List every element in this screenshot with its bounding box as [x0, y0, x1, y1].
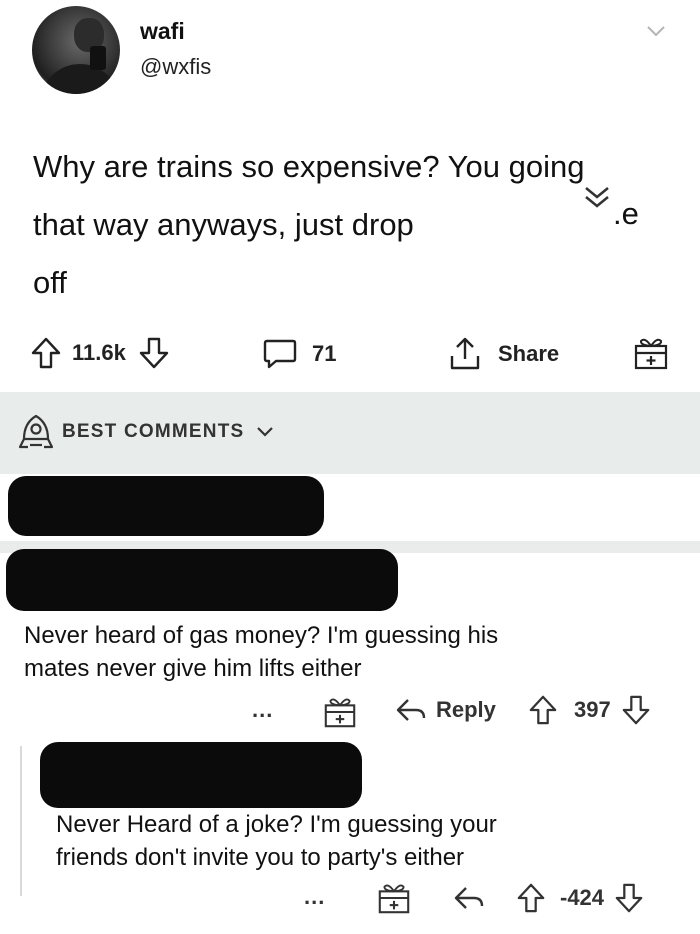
rocket-icon — [18, 413, 54, 451]
comment-line: Never Heard of a joke? I'm guessing your — [56, 811, 497, 838]
redacted-username — [8, 476, 324, 536]
comments-button[interactable]: 71 — [262, 337, 336, 371]
upvote-arrow-icon[interactable] — [516, 882, 546, 914]
reply-arrow-icon — [394, 696, 428, 724]
gift-award-icon[interactable] — [376, 880, 412, 916]
comment-score: 397 — [574, 697, 611, 722]
redacted-username — [40, 742, 362, 808]
comment-line: friends don't invite you to party's eith… — [56, 844, 465, 871]
upvote-group: 11.6k — [30, 336, 170, 370]
post-author[interactable]: wafi — [140, 18, 185, 45]
reply-button[interactable]: Reply — [394, 696, 496, 724]
comment-bubble-icon — [262, 337, 298, 371]
comment-line: mates never give him lifts either — [24, 655, 362, 682]
sort-chevron-down-icon[interactable] — [256, 426, 274, 438]
post-page: wafi @wxfis Why are trains so expensive?… — [0, 0, 700, 934]
post-text: Why are trains so expensive? You going t… — [33, 138, 593, 312]
post-text-line: off — [33, 265, 67, 300]
reply-arrow-icon[interactable] — [452, 884, 486, 912]
post-text-body: Why are trains so expensive? You going t… — [33, 149, 585, 242]
upvote-arrow-icon[interactable] — [528, 694, 558, 726]
comment-score: -424 — [560, 885, 605, 910]
chevron-down-icon[interactable] — [646, 24, 666, 38]
comment-vote-group: 397 — [528, 694, 651, 726]
thread-line[interactable] — [20, 746, 22, 896]
reply-label: Reply — [436, 697, 496, 722]
more-options-button[interactable]: ... — [304, 884, 325, 910]
redacted-username — [6, 549, 398, 611]
share-button[interactable]: Share — [448, 336, 559, 372]
post-handle[interactable]: @wxfis — [140, 54, 211, 80]
comment-vote-group: -424 — [516, 882, 644, 914]
comment-body: Never Heard of a joke? I'm guessing your… — [56, 808, 497, 874]
gift-award-icon[interactable] — [632, 334, 670, 372]
share-label: Share — [498, 341, 560, 366]
downvote-arrow-icon[interactable] — [138, 336, 170, 370]
downvote-arrow-icon[interactable] — [621, 694, 651, 726]
comment-body: Never heard of gas money? I'm guessing h… — [24, 619, 498, 685]
share-icon — [448, 336, 482, 372]
comments-count: 71 — [312, 341, 337, 366]
upvote-count: 11.6k — [72, 340, 126, 365]
downvote-arrow-icon[interactable] — [614, 882, 644, 914]
double-chevron-down-icon[interactable] — [582, 184, 612, 212]
avatar[interactable] — [32, 6, 120, 94]
post-text-tail: .e — [613, 196, 639, 231]
gift-award-icon[interactable] — [322, 694, 358, 730]
comment-line: Never heard of gas money? I'm guessing h… — [24, 622, 499, 649]
upvote-arrow-icon[interactable] — [30, 336, 62, 370]
more-options-button[interactable]: ... — [252, 697, 273, 723]
best-comments-label[interactable]: BEST COMMENTS — [62, 421, 244, 443]
